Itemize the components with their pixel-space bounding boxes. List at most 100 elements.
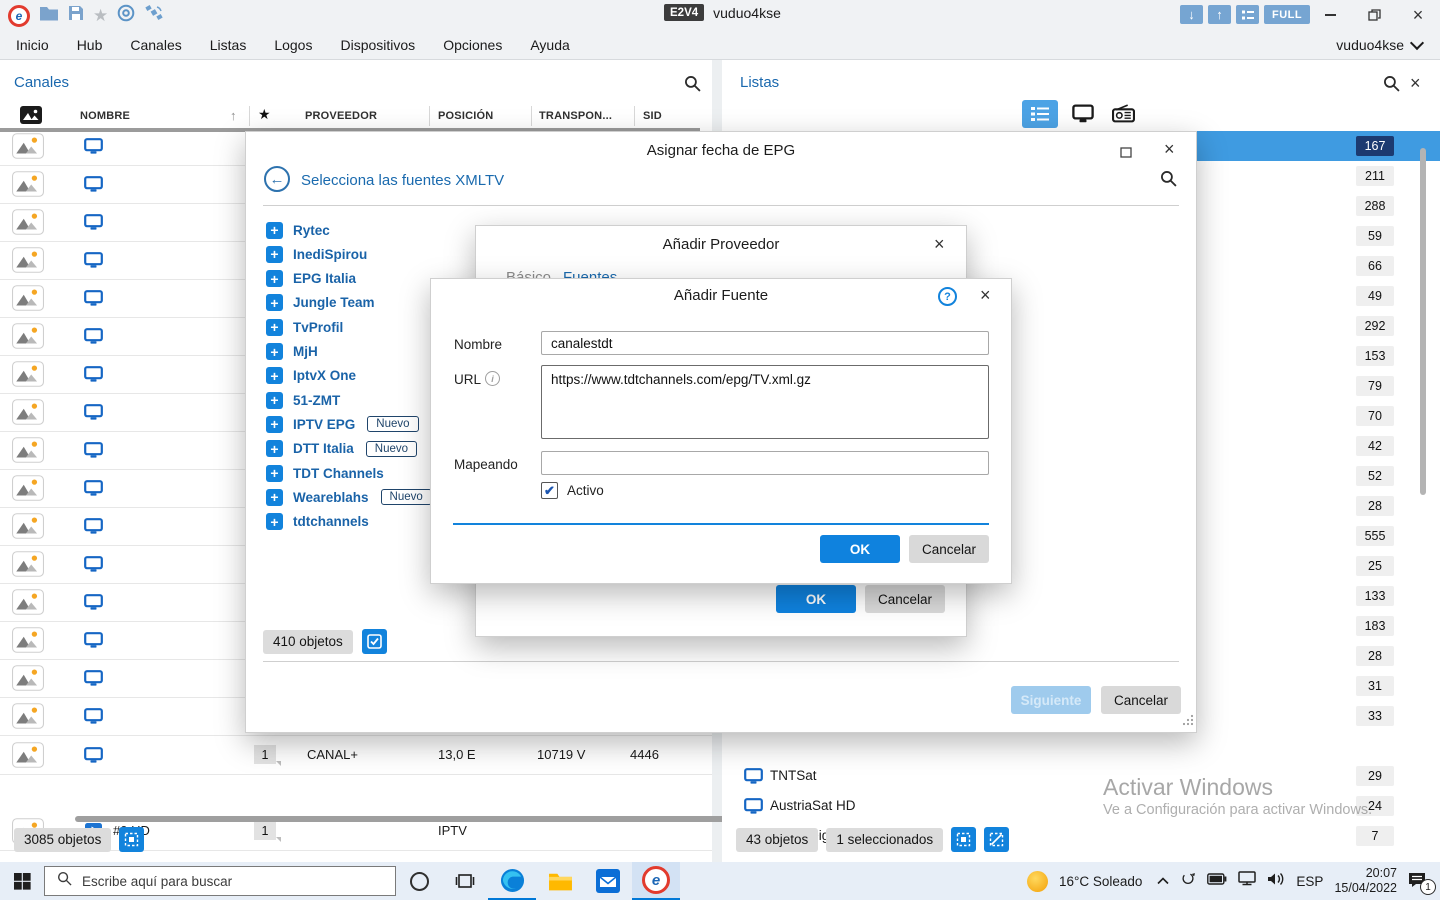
maximize-icon[interactable] bbox=[1120, 145, 1132, 163]
mapping-input[interactable] bbox=[541, 451, 989, 475]
hidden-icons-chevron[interactable] bbox=[1157, 872, 1169, 890]
xmltv-source-name[interactable]: Weareblahs bbox=[293, 490, 369, 505]
tv-lists-button[interactable] bbox=[1072, 104, 1094, 128]
column-transpondedor[interactable]: TRANSPON... bbox=[539, 110, 612, 122]
menu-listas[interactable]: Listas bbox=[196, 32, 261, 58]
close-icon[interactable]: × bbox=[934, 235, 945, 253]
resize-grip[interactable] bbox=[1182, 713, 1194, 731]
channels-search-icon[interactable] bbox=[684, 75, 701, 97]
xmltv-source-name[interactable]: InediSpirou bbox=[293, 247, 367, 262]
task-view-button[interactable] bbox=[442, 862, 488, 900]
full-mode-button[interactable]: FULL bbox=[1264, 5, 1310, 24]
select-all-button[interactable] bbox=[951, 827, 976, 852]
add-source-plus-icon[interactable]: + bbox=[266, 465, 283, 482]
column-sid[interactable]: SID bbox=[643, 110, 662, 122]
xmltv-source-name[interactable]: MjH bbox=[293, 344, 318, 359]
close-icon[interactable]: × bbox=[1164, 140, 1175, 158]
list-view-button[interactable] bbox=[1022, 100, 1058, 128]
weather-text[interactable]: 16°C Soleado bbox=[1059, 874, 1142, 889]
xmltv-source-name[interactable]: TDT Channels bbox=[293, 466, 384, 481]
column-nombre[interactable]: NOMBRE bbox=[80, 110, 130, 122]
add-source-plus-icon[interactable]: + bbox=[266, 343, 283, 360]
cancel-button[interactable]: Cancelar bbox=[909, 535, 989, 563]
name-input[interactable] bbox=[541, 331, 989, 355]
upload-to-box-button[interactable]: ↑ bbox=[1208, 5, 1231, 24]
add-source-plus-icon[interactable]: + bbox=[266, 367, 283, 384]
channel-row-canalplus[interactable]: 1 CANAL+ 13,0 E 10719 V 4446 bbox=[0, 737, 712, 775]
minimize-button[interactable] bbox=[1308, 0, 1352, 30]
list-item[interactable]: TNTSat29 bbox=[722, 761, 1440, 791]
language-indicator[interactable]: ESP bbox=[1296, 874, 1323, 889]
deselect-all-button[interactable] bbox=[984, 827, 1009, 852]
mail-taskbar-icon[interactable] bbox=[584, 862, 632, 900]
edge-taskbar-icon[interactable] bbox=[488, 862, 536, 900]
menu-opciones[interactable]: Opciones bbox=[429, 32, 516, 58]
column-proveedor[interactable]: PROVEEDOR bbox=[305, 110, 377, 122]
restore-button[interactable] bbox=[1352, 0, 1396, 30]
file-explorer-taskbar-icon[interactable] bbox=[536, 862, 584, 900]
volume-tray-icon[interactable] bbox=[1267, 872, 1285, 891]
sort-ascending-icon[interactable]: ↑ bbox=[230, 108, 237, 123]
help-icon[interactable]: ? bbox=[938, 287, 957, 306]
close-button[interactable]: × bbox=[1396, 0, 1440, 30]
clock[interactable]: 20:07 15/04/2022 bbox=[1334, 866, 1397, 896]
url-textarea[interactable]: https://www.tdtchannels.com/epg/TV.xml.g… bbox=[541, 365, 989, 439]
add-source-plus-icon[interactable]: + bbox=[266, 392, 283, 409]
split-view-button[interactable] bbox=[1236, 5, 1259, 24]
profile-selector[interactable]: vuduo4kse bbox=[1336, 37, 1422, 53]
satellite-icon[interactable] bbox=[144, 4, 164, 27]
xmltv-source-name[interactable]: IPTV EPG bbox=[293, 417, 355, 432]
menu-dispositivos[interactable]: Dispositivos bbox=[326, 32, 429, 58]
menu-hub[interactable]: Hub bbox=[63, 32, 117, 58]
echannelizer-taskbar-icon[interactable]: e bbox=[632, 862, 680, 900]
add-source-plus-icon[interactable]: + bbox=[266, 222, 283, 239]
add-source-plus-icon[interactable]: + bbox=[266, 270, 283, 287]
save-icon[interactable] bbox=[68, 5, 84, 26]
vertical-scrollbar[interactable] bbox=[1420, 148, 1426, 495]
open-folder-icon[interactable] bbox=[39, 5, 59, 26]
next-button[interactable]: Siguiente bbox=[1011, 686, 1091, 714]
xmltv-source-name[interactable]: tdtchannels bbox=[293, 514, 369, 529]
add-source-plus-icon[interactable]: + bbox=[266, 319, 283, 336]
active-checkbox[interactable]: ✔ bbox=[541, 482, 558, 499]
radio-lists-button[interactable] bbox=[1112, 103, 1135, 128]
cancel-button[interactable]: Cancelar bbox=[1101, 686, 1181, 714]
menu-canales[interactable]: Canales bbox=[116, 32, 195, 58]
add-source-plus-icon[interactable]: + bbox=[266, 440, 283, 457]
target-icon[interactable] bbox=[117, 4, 135, 27]
xmltv-source-name[interactable]: Rytec bbox=[293, 223, 330, 238]
ok-button[interactable]: OK bbox=[820, 535, 900, 563]
select-all-button[interactable] bbox=[119, 827, 144, 852]
favorite-column-star-icon[interactable]: ★ bbox=[258, 106, 271, 123]
xmltv-source-name[interactable]: Jungle Team bbox=[293, 295, 375, 310]
menu-inicio[interactable]: Inicio bbox=[2, 32, 63, 58]
lists-search-icon[interactable] bbox=[1383, 75, 1400, 97]
xmltv-source-name[interactable]: TvProfil bbox=[293, 320, 343, 335]
battery-tray-icon[interactable] bbox=[1207, 872, 1227, 890]
xmltv-source-name[interactable]: IptvX One bbox=[293, 368, 356, 383]
add-source-plus-icon[interactable]: + bbox=[266, 513, 283, 530]
sync-tray-icon[interactable] bbox=[1180, 871, 1196, 891]
add-source-plus-icon[interactable]: + bbox=[266, 489, 283, 506]
column-posicion[interactable]: POSICIÓN bbox=[438, 110, 493, 122]
xmltv-source-name[interactable]: DTT Italia bbox=[293, 441, 354, 456]
epg-search-icon[interactable] bbox=[1160, 170, 1177, 192]
picon-column-icon[interactable] bbox=[20, 106, 42, 129]
xmltv-source-name[interactable]: EPG Italia bbox=[293, 271, 356, 286]
notification-center-button[interactable]: 1 bbox=[1408, 870, 1434, 892]
back-button[interactable]: ← bbox=[264, 166, 290, 192]
favorites-star-icon[interactable]: ★ bbox=[93, 7, 108, 24]
horizontal-scrollbar[interactable] bbox=[75, 816, 762, 822]
xmltv-source-name[interactable]: 51-ZMT bbox=[293, 393, 340, 408]
cortana-button[interactable] bbox=[396, 862, 442, 900]
lists-close-icon[interactable]: × bbox=[1410, 74, 1421, 92]
menu-ayuda[interactable]: Ayuda bbox=[516, 32, 583, 58]
menu-logos[interactable]: Logos bbox=[260, 32, 326, 58]
download-from-box-button[interactable]: ↓ bbox=[1180, 5, 1203, 24]
close-icon[interactable]: × bbox=[980, 286, 991, 304]
start-button[interactable] bbox=[0, 862, 44, 900]
network-tray-icon[interactable] bbox=[1238, 871, 1256, 891]
add-source-plus-icon[interactable]: + bbox=[266, 246, 283, 263]
check-all-button[interactable] bbox=[362, 629, 387, 654]
taskbar-search[interactable]: Escribe aquí para buscar bbox=[44, 866, 396, 896]
